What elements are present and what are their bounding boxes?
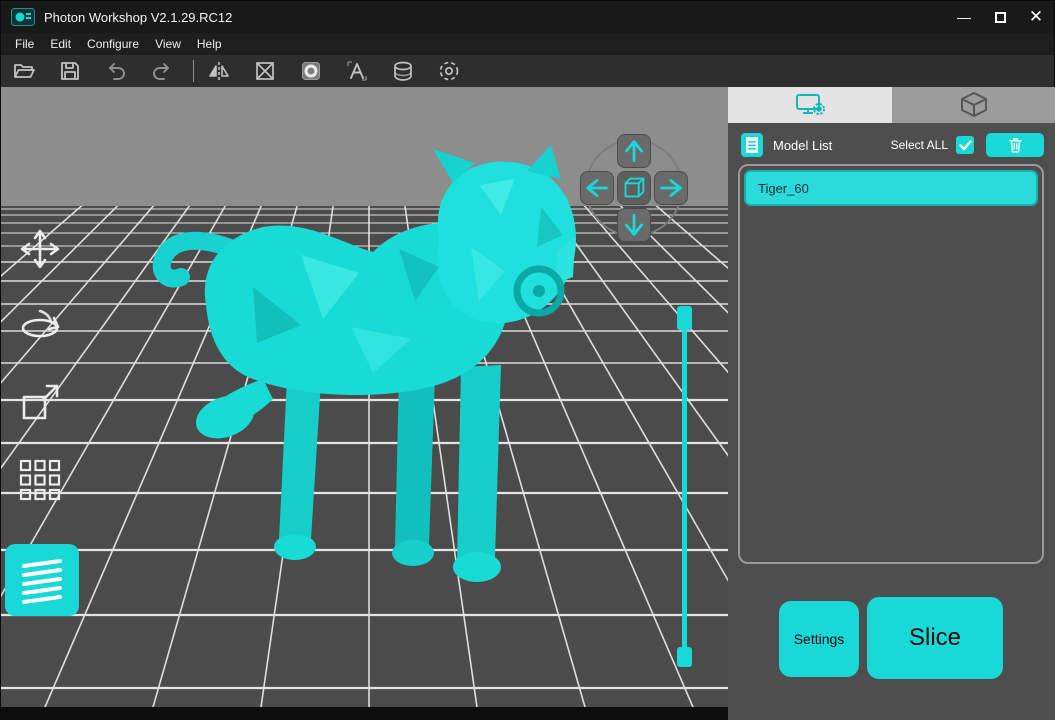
main-toolbar <box>1 55 1054 87</box>
support-button[interactable] <box>434 57 464 85</box>
close-icon: ✕ <box>1028 7 1044 26</box>
nav-home-button[interactable] <box>617 171 651 205</box>
viewport-tools <box>15 225 65 504</box>
app-logo-icon <box>11 8 35 26</box>
move-tool-button[interactable] <box>15 225 65 273</box>
scale-tool-icon <box>22 384 59 420</box>
nav-left-button[interactable] <box>580 171 614 205</box>
window-title: Photon Workshop V2.1.29.RC12 <box>44 9 233 25</box>
nav-right-button[interactable] <box>654 171 688 205</box>
cylinder-icon <box>394 61 412 81</box>
toolbar-separator <box>193 60 194 82</box>
undo-button[interactable] <box>101 57 131 85</box>
move-tool-icon <box>20 229 60 269</box>
cube-wireframe-icon <box>961 92 987 117</box>
z-slider-handle-top[interactable] <box>677 306 692 330</box>
save-button[interactable] <box>55 57 85 85</box>
nav-up-button[interactable] <box>617 134 651 168</box>
redo-icon <box>153 63 169 80</box>
view-navigation-cross <box>580 134 688 242</box>
rotate-tool-button[interactable] <box>15 302 65 350</box>
model-item-label: Tiger_60 <box>758 180 809 196</box>
nav-right-arrow-icon <box>660 179 682 197</box>
tab-slice-settings[interactable] <box>728 87 892 123</box>
nav-down-button[interactable] <box>617 208 651 242</box>
model-list-icon <box>741 133 763 157</box>
mirror-icon <box>209 62 229 80</box>
split-icon <box>256 62 274 80</box>
model-list-title: Model List <box>773 137 833 153</box>
array-tool-button[interactable] <box>15 456 65 504</box>
menu-edit[interactable]: Edit <box>42 37 79 51</box>
model-list-item[interactable]: Tiger_60 <box>744 170 1038 206</box>
trash-icon <box>1008 138 1022 153</box>
title-bar: Photon Workshop V2.1.29.RC12 — ✕ <box>1 1 1054 33</box>
model-list-header: Model List Select ALL <box>728 131 1055 159</box>
text-icon <box>347 61 367 81</box>
maximize-icon <box>994 11 1006 23</box>
check-icon <box>958 139 972 150</box>
slice-button-label: Slice <box>908 624 962 651</box>
delete-button[interactable] <box>986 133 1044 157</box>
model-list: Tiger_60 <box>738 164 1044 564</box>
panel-tabs <box>728 87 1055 123</box>
support-icon <box>439 61 459 81</box>
rotate-tool-icon <box>21 309 60 338</box>
cylinder-button[interactable] <box>388 57 418 85</box>
close-button[interactable]: ✕ <box>1018 1 1054 33</box>
tab-preview[interactable] <box>892 87 1055 123</box>
array-tool-icon <box>19 459 61 501</box>
settings-button-label: Settings <box>793 631 845 647</box>
nav-left-arrow-icon <box>586 179 608 197</box>
viewport-3d[interactable] <box>1 87 728 720</box>
hollow-icon <box>302 62 320 80</box>
menu-help[interactable]: Help <box>189 37 230 51</box>
menu-configure[interactable]: Configure <box>79 37 147 51</box>
layers-tool-icon <box>22 559 62 604</box>
nav-up-arrow-icon <box>625 140 643 162</box>
redo-button[interactable] <box>147 57 177 85</box>
open-button[interactable] <box>9 57 39 85</box>
select-all-label: Select ALL <box>890 138 948 152</box>
window-controls: — ✕ <box>946 1 1054 33</box>
menu-view[interactable]: View <box>147 37 189 51</box>
select-all-checkbox[interactable] <box>956 136 974 154</box>
settings-button[interactable]: Settings <box>779 601 859 677</box>
z-slider-track[interactable] <box>682 316 687 656</box>
open-icon <box>14 64 35 78</box>
monitor-gear-icon <box>796 94 825 115</box>
split-button[interactable] <box>250 57 280 85</box>
nav-down-arrow-icon <box>625 214 643 236</box>
menu-bar: File Edit Configure View Help <box>1 33 1054 55</box>
minimize-icon: — <box>957 9 971 25</box>
hollow-button[interactable] <box>296 57 326 85</box>
app-window: Photon Workshop V2.1.29.RC12 — ✕ File Ed… <box>0 0 1055 720</box>
maximize-button[interactable] <box>982 1 1018 33</box>
nav-home-cube-icon <box>624 177 645 198</box>
undo-icon <box>109 63 125 80</box>
save-icon <box>61 62 79 80</box>
viewport-bottom-strip <box>1 707 728 720</box>
right-panel: Model List Select ALL Tiger_60 Settings … <box>728 87 1055 720</box>
menu-file[interactable]: File <box>7 37 42 51</box>
mirror-button[interactable] <box>204 57 234 85</box>
text-button[interactable] <box>342 57 372 85</box>
minimize-button[interactable]: — <box>946 1 982 33</box>
scale-tool-button[interactable] <box>15 379 65 427</box>
z-slider-handle-bottom[interactable] <box>677 647 692 667</box>
slice-button[interactable]: Slice <box>867 597 1003 679</box>
layers-tool-button[interactable] <box>5 544 79 616</box>
